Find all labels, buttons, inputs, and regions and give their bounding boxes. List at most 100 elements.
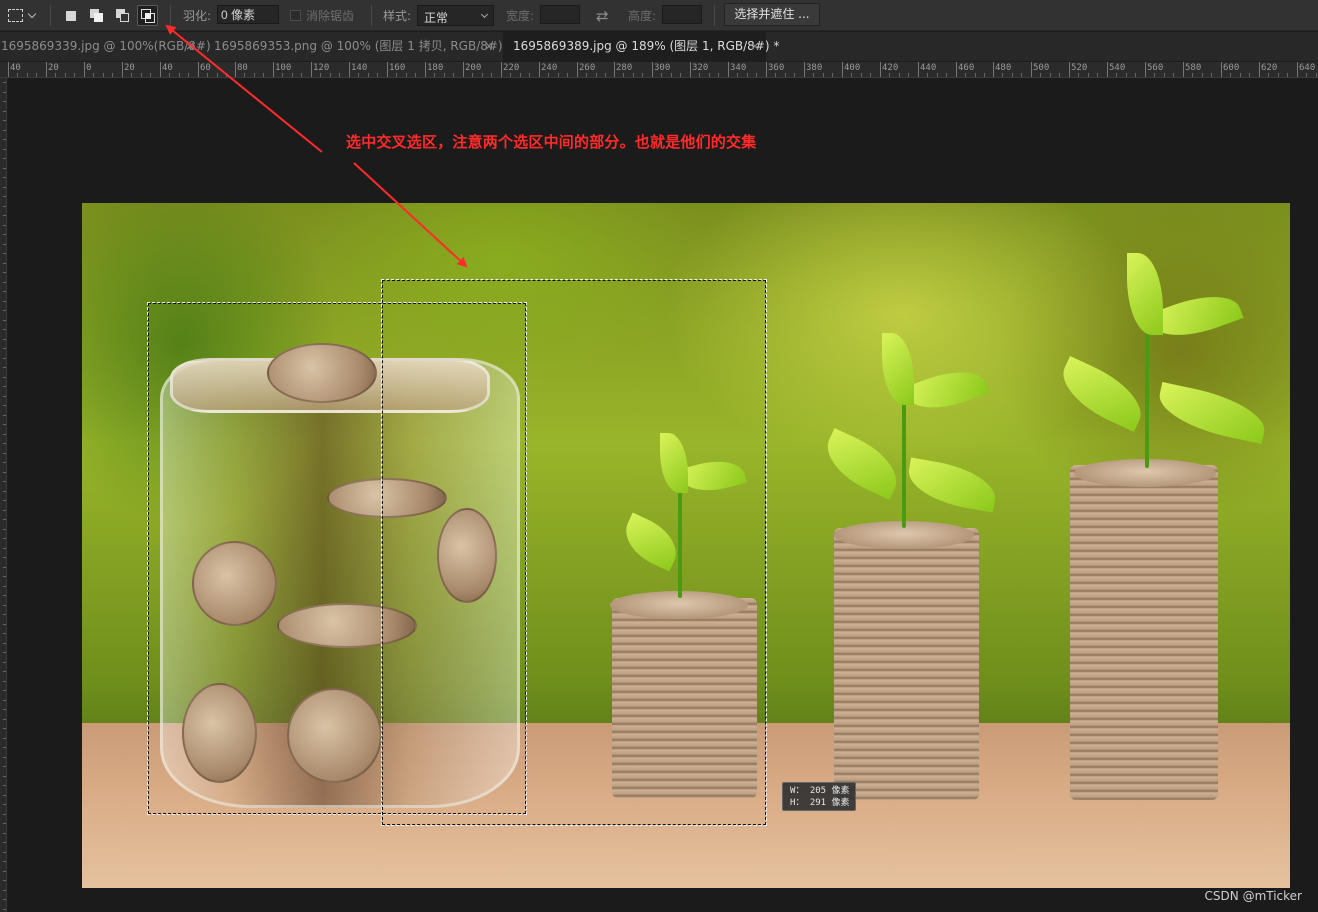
ruler-minor-tick [3, 263, 6, 264]
ruler-minor-tick [3, 719, 6, 720]
height-input[interactable] [662, 5, 702, 24]
ruler-minor-tick [3, 529, 6, 530]
options-bar: 羽化: 消除锯齿 样式: 正常 宽度: ⇄ 高度: 选择并遮住 ... [0, 0, 1318, 31]
swap-width-height-icon[interactable]: ⇄ [596, 7, 609, 25]
ruler-minor-tick [3, 909, 6, 910]
ruler-minor-tick [3, 709, 6, 710]
ruler-minor-tick [3, 424, 6, 425]
selection-marquee-second[interactable] [381, 279, 767, 826]
ruler-minor-tick [747, 73, 748, 77]
ruler-minor-tick [1078, 73, 1079, 77]
ruler-minor-tick [169, 73, 170, 77]
ruler-minor-tick [415, 73, 416, 77]
ruler-minor-tick [567, 73, 568, 77]
antialias-checkbox[interactable] [290, 10, 301, 21]
tab-document-1[interactable]: 1695869339.jpg @ 100%(RGB/8#) × [0, 32, 211, 61]
tool-preset-picker[interactable] [4, 6, 42, 25]
ruler-minor-tick [330, 73, 331, 77]
horizontal-ruler[interactable]: 40 20 0 20 40 60 80 100 120 140 160 180 200 220 240 260… [0, 62, 1318, 78]
chevron-down-icon [480, 10, 489, 19]
ruler-minor-tick [3, 234, 6, 235]
close-icon[interactable]: × [750, 32, 760, 61]
feather-input[interactable] [217, 5, 279, 24]
ruler-minor-tick [27, 73, 28, 77]
add-to-selection-button[interactable] [86, 5, 107, 26]
ruler-minor-tick [3, 567, 6, 568]
ruler-minor-tick [851, 73, 852, 77]
ruler-minor-tick [1002, 73, 1003, 77]
ruler-label: 240 [541, 63, 558, 73]
vertical-ruler[interactable] [0, 78, 7, 912]
ruler-major-tick [766, 62, 767, 77]
ruler-label: 300 [654, 63, 671, 73]
separator [714, 5, 715, 26]
ruler-minor-tick [3, 196, 6, 197]
intersect-with-selection-button[interactable] [137, 5, 158, 26]
image-plant-leaf [1127, 253, 1163, 335]
ruler-minor-tick [1088, 73, 1089, 77]
ruler-minor-tick [3, 111, 6, 112]
ruler-major-tick [501, 62, 502, 77]
ruler-major-tick [463, 62, 464, 77]
ruler-label: 40 [162, 63, 173, 73]
ruler-minor-tick [3, 605, 6, 606]
ruler-major-tick [1259, 62, 1260, 77]
ruler-label: 180 [427, 63, 444, 73]
ruler-minor-tick [3, 871, 6, 872]
ruler-minor-tick [927, 73, 928, 77]
ruler-minor-tick [453, 73, 454, 77]
ruler-minor-tick [605, 73, 606, 77]
ruler-minor-tick [3, 139, 6, 140]
ruler-major-tick [1297, 62, 1298, 77]
ruler-label: 140 [351, 63, 368, 73]
ruler-minor-tick [3, 396, 6, 397]
width-input[interactable] [540, 5, 580, 24]
ruler-minor-tick [520, 73, 521, 77]
ruler-minor-tick [3, 728, 6, 729]
chevron-down-icon [27, 9, 37, 19]
style-select[interactable]: 正常 [417, 5, 494, 26]
subtract-from-selection-button[interactable] [112, 5, 133, 26]
ruler-minor-tick [3, 244, 6, 245]
ruler-minor-tick [642, 73, 643, 77]
ruler-minor-tick [93, 73, 94, 77]
ruler-label: 60 [200, 63, 211, 73]
ruler-minor-tick [3, 842, 6, 843]
ruler-major-tick [198, 62, 199, 77]
ruler-label: 640 [1299, 63, 1316, 73]
ruler-minor-tick [3, 367, 6, 368]
ruler-minor-tick [1278, 73, 1279, 77]
ruler-minor-tick [150, 73, 151, 77]
tab-document-2[interactable]: 1695869353.png @ 100% (图层 1 拷贝, RGB/8#) … [213, 32, 512, 61]
ruler-minor-tick [908, 73, 909, 77]
selection-size-readout: W： 205 像素 H： 291 像素 [782, 782, 856, 811]
ruler-minor-tick [3, 82, 6, 83]
ruler-minor-tick [179, 73, 180, 77]
style-label: 样式: [383, 9, 412, 23]
ruler-label: 120 [313, 63, 330, 73]
ruler-major-tick [842, 62, 843, 77]
ruler-minor-tick [3, 301, 6, 302]
close-icon[interactable]: × [484, 32, 494, 61]
ruler-minor-tick [1116, 73, 1117, 77]
ruler-major-tick [387, 62, 388, 77]
ruler-minor-tick [709, 73, 710, 77]
ruler-major-tick [1069, 62, 1070, 77]
ruler-minor-tick [861, 73, 862, 77]
close-icon[interactable]: × [185, 32, 195, 61]
select-and-mask-button[interactable]: 选择并遮住 ... [724, 3, 820, 26]
ruler-label: 520 [1071, 63, 1088, 73]
ruler-major-tick [690, 62, 691, 77]
ruler-label: 540 [1109, 63, 1126, 73]
ruler-minor-tick [3, 415, 6, 416]
ruler-minor-tick [3, 253, 6, 254]
new-selection-button[interactable] [60, 5, 81, 26]
tab-document-3[interactable]: 1695869389.jpg @ 189% (图层 1, RGB/8#) * × [503, 32, 779, 61]
ruler-minor-tick [358, 73, 359, 77]
ruler-major-tick [918, 62, 919, 77]
separator [50, 5, 51, 26]
ruler-minor-tick [141, 73, 142, 77]
tab-label: 1695869353.png @ 100% (图层 1 拷贝, RGB/8#) … [214, 39, 513, 53]
ruler-minor-tick [3, 814, 6, 815]
ruler-minor-tick [3, 462, 6, 463]
